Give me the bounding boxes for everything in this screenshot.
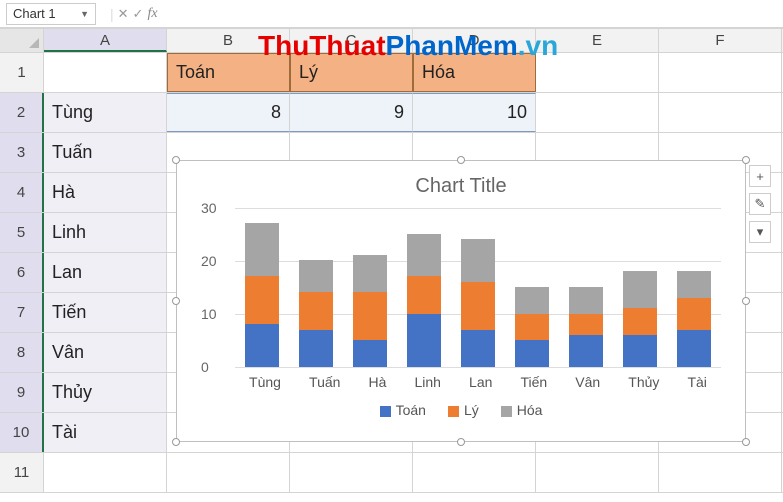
row-2: 2 Tùng 8 9 10 xyxy=(0,93,783,133)
chart-filters-button[interactable]: ▾ xyxy=(749,221,771,243)
chart-x-labels: Tùng Tuấn Hà Linh Lan Tiến Vân Thủy Tài xyxy=(235,374,721,390)
bar[interactable] xyxy=(353,255,387,367)
y-tick-label: 10 xyxy=(201,306,217,322)
row-11: 11 xyxy=(0,453,783,493)
resize-handle[interactable] xyxy=(172,156,180,164)
legend-item[interactable]: Lý xyxy=(448,402,479,418)
row-header[interactable]: 10 xyxy=(0,413,44,452)
row-header[interactable]: 7 xyxy=(0,293,44,332)
cell-D2[interactable]: 10 xyxy=(413,93,536,132)
x-tick-label: Lan xyxy=(469,374,492,390)
row-header[interactable]: 8 xyxy=(0,333,44,372)
name-box[interactable]: Chart 1 ▼ xyxy=(6,3,96,25)
row-header[interactable]: 9 xyxy=(0,373,44,412)
fx-icon[interactable]: fx xyxy=(147,6,157,22)
cell-E1[interactable] xyxy=(536,53,659,92)
col-header-F[interactable]: F xyxy=(659,29,782,52)
resize-handle[interactable] xyxy=(172,297,180,305)
col-header-A[interactable]: A xyxy=(44,29,167,52)
cell-A4[interactable]: Hà xyxy=(44,173,167,212)
chart-legend[interactable]: Toán Lý Hóa xyxy=(177,402,745,418)
cell-A3[interactable]: Tuấn xyxy=(44,133,167,172)
cancel-icon: ✕ xyxy=(118,6,129,22)
cell-A6[interactable]: Lan xyxy=(44,253,167,292)
resize-handle[interactable] xyxy=(457,156,465,164)
cell-B1[interactable]: Toán xyxy=(167,53,290,92)
embedded-chart[interactable]: + ✎ ▾ Chart Title 0102030 TùngTuấnHàLinh… xyxy=(176,160,746,442)
chart-plot-area[interactable]: 0102030 xyxy=(235,208,721,368)
cell-C2[interactable]: 9 xyxy=(290,93,413,132)
chart-elements-button[interactable]: + xyxy=(749,165,771,187)
row-header[interactable]: 5 xyxy=(0,213,44,252)
y-tick-label: 30 xyxy=(201,200,217,216)
separator: | xyxy=(110,6,114,22)
formula-bar-row: Chart 1 ▼ | ✕ ✓ fx xyxy=(0,0,783,28)
chart-side-buttons: + ✎ ▾ xyxy=(749,165,771,243)
cell-F2[interactable] xyxy=(659,93,782,132)
bar[interactable] xyxy=(515,287,549,367)
cell-E2[interactable] xyxy=(536,93,659,132)
cell-A1[interactable] xyxy=(44,53,167,92)
cell-A10[interactable]: Tài xyxy=(44,413,167,452)
x-tick-label: Tùng xyxy=(249,374,281,390)
cell-A8[interactable]: Vân xyxy=(44,333,167,372)
cell-A7[interactable]: Tiến xyxy=(44,293,167,332)
bar[interactable] xyxy=(677,271,711,367)
x-tick-label: Thủy xyxy=(628,374,659,390)
chart-title[interactable]: Chart Title xyxy=(177,161,745,208)
y-tick-label: 20 xyxy=(201,253,217,269)
legend-item[interactable]: Toán xyxy=(380,402,426,418)
resize-handle[interactable] xyxy=(172,438,180,446)
check-icon: ✓ xyxy=(133,6,144,22)
cell-A9[interactable]: Thủy xyxy=(44,373,167,412)
formula-bar-controls: | ✕ ✓ fx xyxy=(110,6,158,22)
row-1: 1 Toán Lý Hóa xyxy=(0,53,783,93)
y-tick-label: 0 xyxy=(201,359,209,375)
resize-handle[interactable] xyxy=(742,297,750,305)
bar[interactable] xyxy=(299,260,333,367)
select-all-corner[interactable] xyxy=(0,29,44,52)
x-tick-label: Tiến xyxy=(520,374,547,390)
bar[interactable] xyxy=(245,223,279,367)
col-header-B[interactable]: B xyxy=(167,29,290,52)
col-header-E[interactable]: E xyxy=(536,29,659,52)
x-tick-label: Vân xyxy=(575,374,600,390)
row-header[interactable]: 4 xyxy=(0,173,44,212)
x-tick-label: Tài xyxy=(687,374,706,390)
chevron-down-icon[interactable]: ▼ xyxy=(80,9,89,19)
bar[interactable] xyxy=(623,271,657,367)
cell-F1[interactable] xyxy=(659,53,782,92)
column-header-row: A B C D E F xyxy=(0,29,783,53)
resize-handle[interactable] xyxy=(457,438,465,446)
row-header[interactable]: 6 xyxy=(0,253,44,292)
row-header[interactable]: 2 xyxy=(0,93,44,132)
name-box-value: Chart 1 xyxy=(13,6,56,21)
cell-A2[interactable]: Tùng xyxy=(44,93,167,132)
col-header-D[interactable]: D xyxy=(413,29,536,52)
chart-styles-button[interactable]: ✎ xyxy=(749,193,771,215)
bar[interactable] xyxy=(407,234,441,367)
row-header[interactable]: 11 xyxy=(0,453,44,492)
legend-item[interactable]: Hóa xyxy=(501,402,543,418)
row-header[interactable]: 1 xyxy=(0,53,44,92)
col-header-C[interactable]: C xyxy=(290,29,413,52)
resize-handle[interactable] xyxy=(742,438,750,446)
resize-handle[interactable] xyxy=(742,156,750,164)
bar[interactable] xyxy=(569,287,603,367)
bar[interactable] xyxy=(461,239,495,367)
x-tick-label: Hà xyxy=(369,374,387,390)
cell-A5[interactable]: Linh xyxy=(44,213,167,252)
x-tick-label: Tuấn xyxy=(309,374,340,390)
cell-B2[interactable]: 8 xyxy=(167,93,290,132)
cell-C1[interactable]: Lý xyxy=(290,53,413,92)
row-header[interactable]: 3 xyxy=(0,133,44,172)
x-tick-label: Linh xyxy=(414,374,440,390)
cell-D1[interactable]: Hóa xyxy=(413,53,536,92)
